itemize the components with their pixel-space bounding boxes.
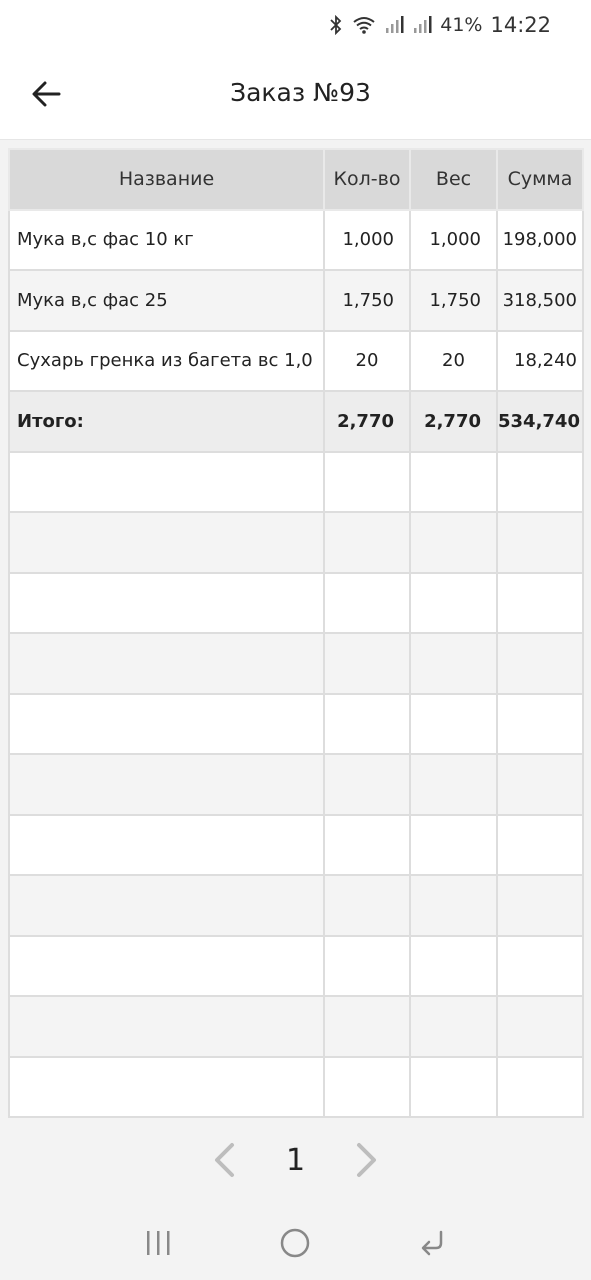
cell-weight: 20 <box>409 329 498 392</box>
bluetooth-icon <box>328 15 344 35</box>
status-bar: 41% 14:22 <box>0 0 591 50</box>
column-header-qty: Кол-во <box>323 148 411 211</box>
wifi-icon <box>352 15 376 35</box>
empty-table-row <box>8 450 584 513</box>
order-table: Название Кол-во Вес Сумма Мука в,с фас 1… <box>8 148 584 1118</box>
empty-cell <box>409 874 498 937</box>
empty-cell <box>8 934 325 997</box>
empty-cell <box>323 692 411 755</box>
total-sum: 534,740 <box>496 390 584 453</box>
empty-table-row <box>8 995 584 1058</box>
empty-cell <box>496 450 584 513</box>
cell-weight: 1,000 <box>409 208 498 271</box>
empty-cell <box>409 511 498 574</box>
empty-cell <box>8 874 325 937</box>
total-weight: 2,770 <box>409 390 498 453</box>
empty-cell <box>8 995 325 1058</box>
empty-cell <box>323 1055 411 1118</box>
empty-table-row <box>8 813 584 876</box>
empty-cell <box>496 571 584 634</box>
empty-cell <box>323 934 411 997</box>
cell-sum: 318,500 <box>496 269 584 332</box>
signal-icon <box>384 15 404 35</box>
total-label: Итого: <box>8 390 325 453</box>
cell-qty: 1,000 <box>323 208 411 271</box>
cell-name: Сухарь гренка из багета вс 1,0 <box>8 329 325 392</box>
empty-table-row <box>8 874 584 937</box>
empty-cell <box>496 632 584 695</box>
table-header-row: Название Кол-во Вес Сумма <box>8 148 584 211</box>
cell-qty: 1,750 <box>323 269 411 332</box>
clock: 14:22 <box>490 13 551 37</box>
empty-cell <box>496 874 584 937</box>
table-row: Мука в,с фас 25 1,750 1,750 318,500 <box>8 269 584 332</box>
empty-cell <box>8 511 325 574</box>
empty-table-row <box>8 571 584 634</box>
signal-icon <box>412 15 432 35</box>
empty-cell <box>409 995 498 1058</box>
empty-cell <box>409 934 498 997</box>
empty-cell <box>409 1055 498 1118</box>
table-total-row: Итого: 2,770 2,770 534,740 <box>8 390 584 453</box>
recent-apps-icon[interactable] <box>143 1228 173 1258</box>
empty-table-row <box>8 934 584 997</box>
empty-table-row <box>8 753 584 816</box>
cell-name: Мука в,с фас 10 кг <box>8 208 325 271</box>
page-title: Заказ №93 <box>230 78 371 107</box>
app-bar: Заказ №93 <box>0 50 591 140</box>
chevron-right-icon[interactable] <box>355 1142 379 1178</box>
empty-cell <box>323 571 411 634</box>
cell-sum: 18,240 <box>496 329 584 392</box>
empty-cell <box>409 753 498 816</box>
empty-cell <box>496 692 584 755</box>
empty-cell <box>323 813 411 876</box>
system-nav-bar <box>0 1205 591 1280</box>
empty-cell <box>8 571 325 634</box>
table-row: Мука в,с фас 10 кг 1,000 1,000 198,000 <box>8 208 584 271</box>
empty-table-row <box>8 632 584 695</box>
empty-cell <box>496 1055 584 1118</box>
empty-cell <box>8 632 325 695</box>
empty-cell <box>8 753 325 816</box>
empty-cell <box>496 934 584 997</box>
empty-cell <box>409 632 498 695</box>
cell-name: Мука в,с фас 25 <box>8 269 325 332</box>
empty-cell <box>409 571 498 634</box>
empty-cell <box>409 813 498 876</box>
empty-cell <box>496 753 584 816</box>
empty-cell <box>496 511 584 574</box>
empty-cell <box>323 753 411 816</box>
empty-cell <box>323 511 411 574</box>
pagination: 1 <box>0 1130 591 1190</box>
chevron-left-icon[interactable] <box>212 1142 236 1178</box>
current-page: 1 <box>285 1142 306 1178</box>
empty-cell <box>496 813 584 876</box>
cell-qty: 20 <box>323 329 411 392</box>
column-header-sum: Сумма <box>496 148 584 211</box>
empty-cell <box>323 450 411 513</box>
back-icon[interactable] <box>418 1228 448 1258</box>
home-icon[interactable] <box>278 1226 312 1260</box>
column-header-weight: Вес <box>409 148 498 211</box>
empty-cell <box>323 995 411 1058</box>
empty-cell <box>323 874 411 937</box>
empty-cell <box>8 1055 325 1118</box>
empty-cell <box>409 692 498 755</box>
column-header-name: Название <box>8 148 325 211</box>
empty-cell <box>323 632 411 695</box>
empty-cell <box>8 813 325 876</box>
battery-percent: 41% <box>440 14 483 36</box>
cell-weight: 1,750 <box>409 269 498 332</box>
empty-table-row <box>8 511 584 574</box>
empty-cell <box>8 692 325 755</box>
empty-cell <box>496 995 584 1058</box>
table-row: Сухарь гренка из багета вс 1,0 20 20 18,… <box>8 329 584 392</box>
empty-cell <box>409 450 498 513</box>
empty-table-row <box>8 1055 584 1118</box>
empty-table-row <box>8 692 584 755</box>
cell-sum: 198,000 <box>496 208 584 271</box>
total-qty: 2,770 <box>323 390 411 453</box>
empty-rows <box>8 450 584 1118</box>
empty-cell <box>8 450 325 513</box>
